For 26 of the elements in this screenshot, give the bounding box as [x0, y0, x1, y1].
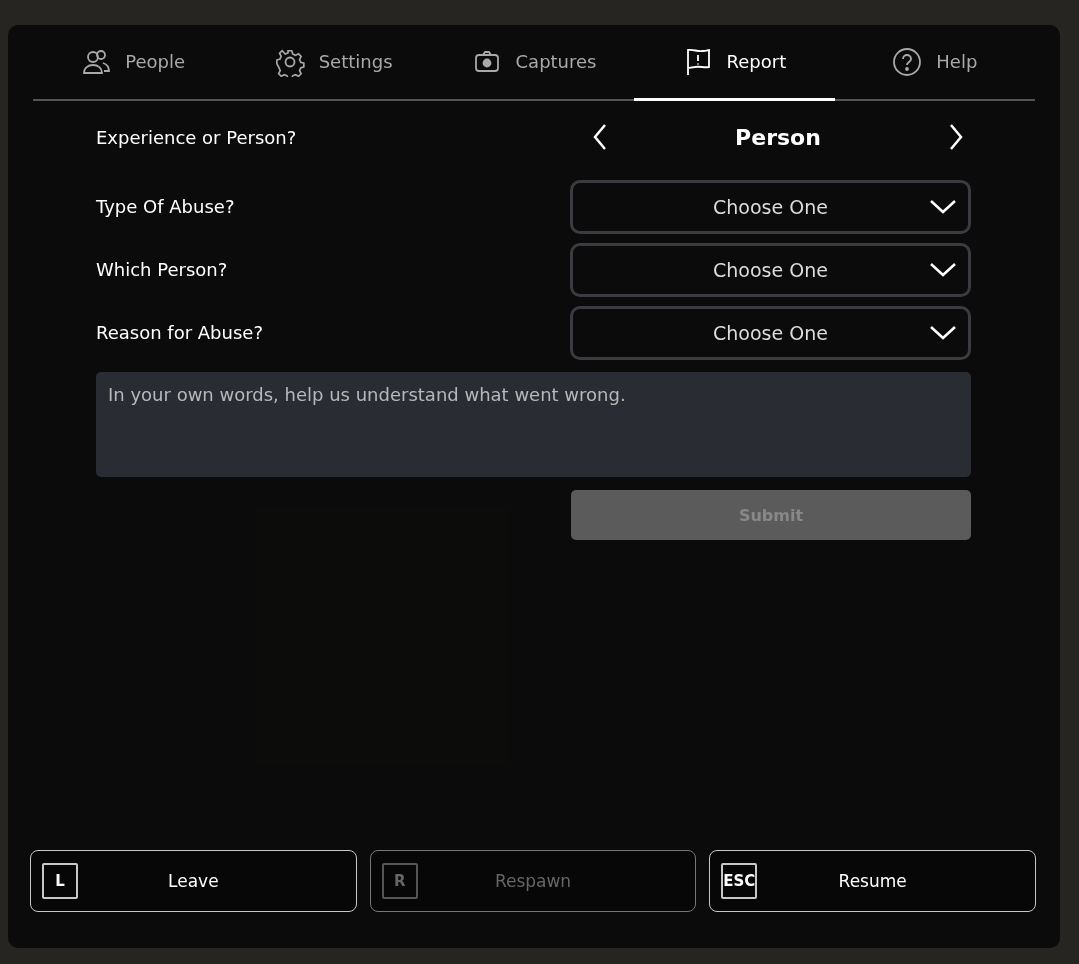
- dropdown[interactable]: Choose One: [570, 179, 971, 234]
- report-target-value: Person: [735, 124, 821, 150]
- field-label: Reason for Abuse?: [96, 322, 263, 343]
- field-label: Experience or Person?: [96, 126, 297, 148]
- field-label: Type Of Abuse?: [96, 196, 235, 217]
- chevron-down-icon: [930, 262, 956, 277]
- menu-action-button[interactable]: ESC Resume: [709, 850, 1036, 912]
- description-field[interactable]: In your own words, help us understand what went wrong.: [96, 372, 971, 477]
- help-icon: [892, 46, 923, 77]
- tab[interactable]: Captures: [433, 25, 635, 101]
- button-label: Resume: [837, 871, 908, 891]
- key-hint: R: [381, 863, 418, 899]
- button-label: Leave: [167, 871, 220, 891]
- chevron-down-icon: [930, 199, 956, 214]
- key-hint: L: [42, 863, 78, 899]
- button-label: Respawn: [493, 871, 573, 891]
- dropdown[interactable]: Choose One: [570, 305, 971, 360]
- tab[interactable]: Settings: [233, 25, 434, 101]
- field-label: Which Person?: [96, 259, 228, 280]
- dropdown[interactable]: Choose One: [570, 242, 971, 297]
- key-hint: ESC: [721, 863, 758, 899]
- tab[interactable]: People: [33, 25, 234, 101]
- menu-action-button[interactable]: L Leave: [30, 850, 357, 912]
- chevron-down-icon: [930, 325, 956, 340]
- tab[interactable]: Report: [634, 25, 835, 101]
- tab[interactable]: Help: [834, 25, 1036, 101]
